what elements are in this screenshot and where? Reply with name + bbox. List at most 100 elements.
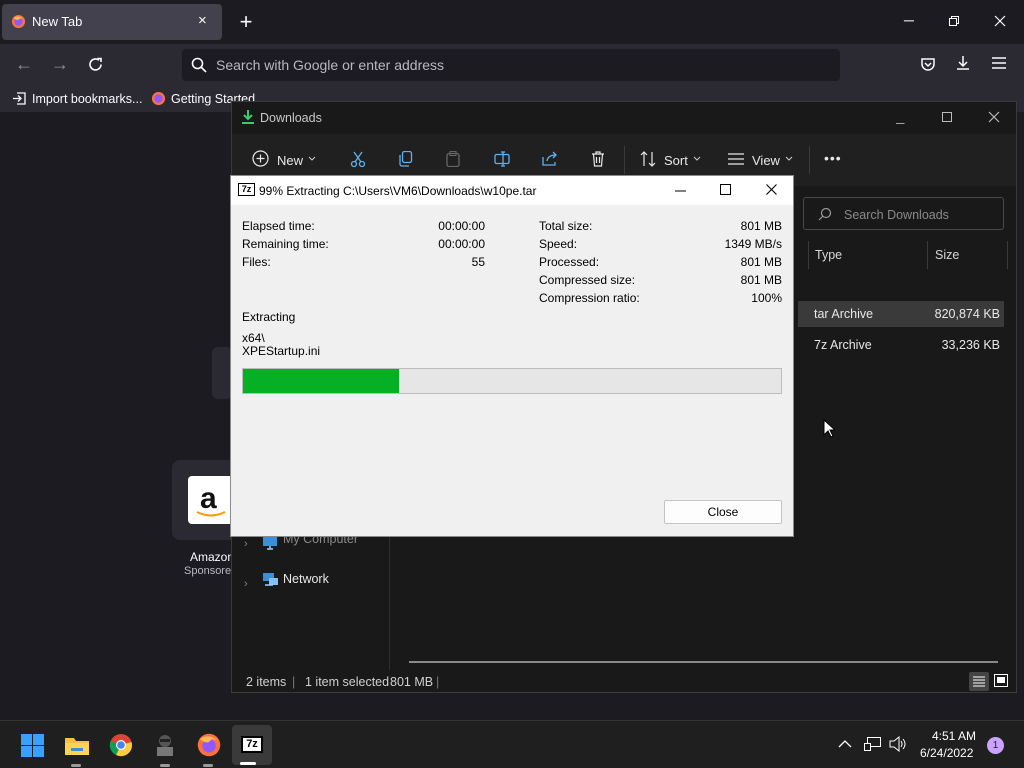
computer-icon (262, 536, 278, 550)
column-divider[interactable] (808, 241, 809, 269)
close-icon[interactable] (766, 184, 777, 195)
column-header-size[interactable]: Size (935, 248, 959, 262)
column-header-type[interactable]: Type (815, 248, 842, 262)
firefox-icon (151, 91, 166, 106)
clock-time[interactable]: 4:51 AM (932, 729, 976, 743)
taskbar: 7z 4:51 AM 6/24/2022 1 (0, 720, 1024, 768)
forward-icon[interactable]: → (51, 54, 69, 75)
speed-value: 1349 MB/s (724, 237, 782, 251)
pocket-icon[interactable] (920, 56, 936, 72)
chevron-down-icon (693, 156, 701, 161)
shortcut-label: Amazon (190, 550, 235, 564)
details-view-icon[interactable] (969, 672, 989, 691)
chevron-right-icon[interactable]: › (244, 578, 248, 590)
explorer-minimize-icon[interactable]: ─ (896, 116, 905, 130)
clock-date[interactable]: 6/24/2022 (920, 746, 973, 760)
column-divider[interactable] (1007, 241, 1008, 269)
browser-tab[interactable]: New Tab × (2, 4, 222, 40)
running-indicator (160, 764, 170, 767)
tab-close-icon[interactable]: × (198, 12, 207, 29)
new-button[interactable]: New (277, 153, 303, 168)
dialog-titlebar: 7z 99% Extracting C:\Users\VM6\Downloads… (231, 176, 793, 205)
downloads-icon[interactable] (955, 55, 971, 72)
file-row[interactable]: tar Archive 820,874 KB (798, 301, 1004, 327)
back-icon[interactable]: ← (15, 54, 33, 75)
maximize-icon[interactable] (720, 184, 731, 195)
view-button[interactable]: View (752, 153, 780, 168)
chevron-up-icon[interactable] (838, 739, 852, 748)
status-selected: 1 item selected (305, 675, 390, 689)
chevron-down-icon (308, 156, 316, 161)
new-icon (252, 150, 269, 167)
chrome-icon[interactable] (109, 733, 133, 757)
menu-icon[interactable] (992, 57, 1006, 69)
7zip-icon: 7z (241, 736, 263, 753)
column-divider[interactable] (927, 241, 928, 269)
share-icon[interactable] (542, 151, 558, 167)
close-button[interactable]: Close (664, 500, 782, 524)
rename-icon[interactable] (494, 151, 510, 167)
more-options-icon[interactable]: ••• (824, 150, 842, 166)
file-row[interactable]: 7z Archive 33,236 KB (798, 332, 1004, 358)
nav-network[interactable]: Network (283, 572, 329, 586)
toolbar-divider (624, 146, 625, 174)
file-type: 7z Archive (814, 338, 872, 352)
running-indicator (203, 764, 213, 767)
compressed-size-value: 801 MB (740, 273, 782, 287)
total-size-label: Total size: (539, 219, 593, 233)
view-icon (728, 153, 744, 165)
explorer-close-icon[interactable] (988, 111, 1000, 123)
mouse-cursor-icon (823, 419, 835, 438)
chevron-right-icon[interactable]: › (244, 538, 248, 550)
chevron-down-icon (785, 156, 793, 161)
tiles-view-icon[interactable] (994, 674, 1008, 687)
reload-icon[interactable] (87, 56, 104, 73)
app-icon[interactable] (152, 732, 178, 758)
horizontal-scrollbar[interactable] (409, 661, 998, 663)
volume-icon[interactable] (889, 736, 907, 752)
close-window-icon[interactable] (994, 15, 1006, 27)
status-divider: | (292, 675, 296, 689)
cut-icon[interactable] (350, 151, 366, 168)
restore-icon[interactable] (948, 15, 960, 27)
status-item-count: 2 items (246, 675, 287, 689)
file-explorer-icon[interactable] (64, 734, 90, 756)
paste-icon[interactable] (446, 151, 460, 167)
firefox-icon[interactable] (197, 733, 221, 757)
sort-button[interactable]: Sort (664, 153, 688, 168)
search-downloads-input[interactable]: Search Downloads (803, 197, 1004, 230)
total-size-value: 801 MB (740, 219, 782, 233)
shortcut-tile[interactable] (212, 347, 232, 399)
toolbar-divider (809, 146, 810, 174)
shortcut-sublabel: Sponsored (184, 565, 238, 577)
copy-icon[interactable] (399, 151, 413, 167)
compressed-size-label: Compressed size: (539, 273, 636, 287)
file-type: tar Archive (814, 307, 874, 321)
notification-badge[interactable]: 1 (987, 737, 1004, 754)
address-placeholder: Search with Google or enter address (216, 57, 445, 73)
remaining-time-label: Remaining time: (242, 237, 329, 251)
current-directory: x64\ (242, 331, 265, 345)
explorer-title: Downloads (260, 111, 322, 125)
elapsed-time-value: 00:00:00 (438, 219, 485, 233)
windows-start-icon[interactable] (21, 734, 44, 757)
7zip-taskbar-button[interactable]: 7z (232, 725, 272, 765)
operation-label: Extracting (242, 310, 296, 324)
extract-progress-dialog: 7z 99% Extracting C:\Users\VM6\Downloads… (230, 175, 794, 537)
status-divider: | (436, 675, 440, 689)
delete-icon[interactable] (591, 151, 605, 167)
minimize-icon[interactable] (675, 190, 686, 192)
compression-ratio-value: 100% (751, 291, 782, 305)
network-status-icon[interactable] (864, 736, 882, 752)
minimize-icon[interactable]: ─ (900, 12, 918, 28)
progress-fill (243, 369, 400, 393)
running-indicator (71, 764, 81, 767)
bookmark-import[interactable]: Import bookmarks... (32, 92, 142, 106)
amazon-icon: a (188, 476, 234, 524)
files-value: 55 (471, 255, 485, 269)
explorer-maximize-icon[interactable] (942, 112, 953, 123)
elapsed-time-label: Elapsed time: (242, 219, 315, 233)
new-tab-button[interactable]: + (232, 8, 260, 36)
processed-label: Processed: (539, 255, 600, 269)
address-bar[interactable]: Search with Google or enter address (182, 49, 840, 81)
